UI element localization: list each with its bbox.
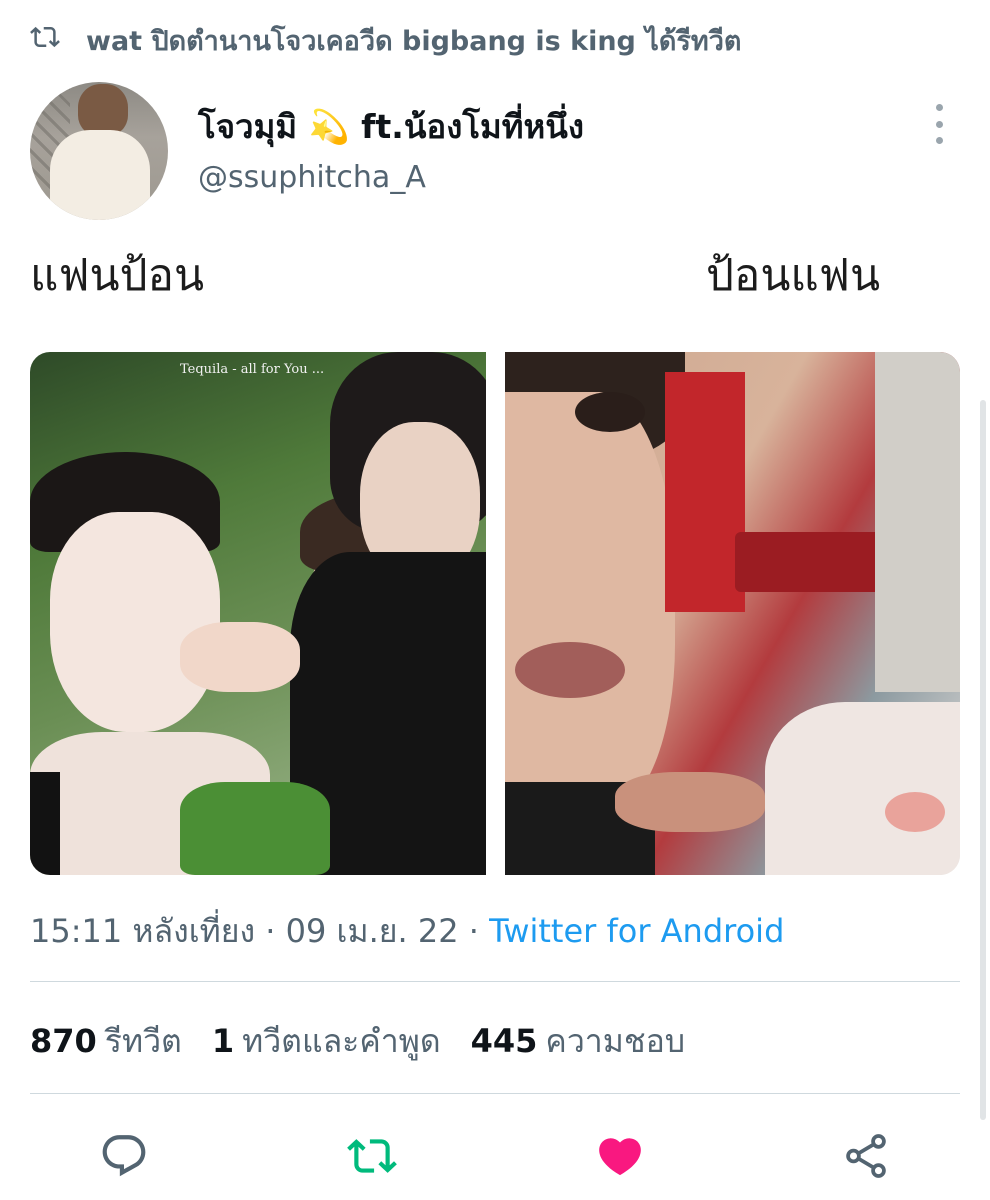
media-caption: Tequila - all for You ...: [180, 362, 325, 377]
author-display-name[interactable]: โจวมุมิ 💫 ft.น้องโมที่หนึ่ง: [198, 100, 584, 153]
quotes-stat[interactable]: 1 ทวีตและคำพูด: [212, 1016, 441, 1067]
retweet-context-text: wat ปิดตำนานโจวเคอวีด bigbang is king ได…: [86, 25, 742, 57]
tweet-date: 09 เม.ย. 22: [285, 912, 459, 950]
tweet-text-left: แฟนป้อน: [30, 250, 205, 301]
tweet-source-link[interactable]: Twitter for Android: [489, 912, 784, 950]
likes-stat[interactable]: 445 ความชอบ: [471, 1016, 685, 1067]
author-handle[interactable]: @ssuphitcha_A: [198, 160, 426, 195]
scrollbar[interactable]: [980, 400, 986, 1120]
divider: [30, 981, 960, 982]
retweet-context[interactable]: wat ปิดตำนานโจวเคอวีด bigbang is king ได…: [30, 18, 741, 62]
more-options-icon[interactable]: [926, 104, 952, 144]
like-button[interactable]: [592, 1128, 648, 1184]
share-icon: [846, 1134, 886, 1178]
media-image-right[interactable]: [505, 352, 960, 875]
tweet-meta: 15:11 หลังเที่ยง · 09 เม.ย. 22 · Twitter…: [30, 912, 785, 950]
tweet-text-right: ป้อนแฟน: [706, 250, 881, 301]
divider: [30, 1093, 960, 1094]
reply-icon: [102, 1135, 146, 1177]
retweet-icon: [30, 22, 60, 59]
retweet-button[interactable]: [344, 1128, 400, 1184]
share-button[interactable]: [838, 1128, 894, 1184]
retweets-stat[interactable]: 870 รีทวีต: [30, 1016, 182, 1067]
retweet-icon: [347, 1139, 397, 1173]
tweet-text: แฟนป้อน ป้อนแฟน: [30, 240, 910, 301]
reply-button[interactable]: [96, 1128, 152, 1184]
tweet-time: 15:11 หลังเที่ยง: [30, 912, 256, 950]
media-image-left[interactable]: Tequila - all for You ...: [30, 352, 486, 875]
heart-icon: [599, 1138, 641, 1176]
tweet-actions: [0, 1128, 990, 1184]
avatar[interactable]: [30, 82, 168, 220]
tweet-stats: 870 รีทวีต 1 ทวีตและคำพูด 445 ความชอบ: [30, 1016, 685, 1067]
